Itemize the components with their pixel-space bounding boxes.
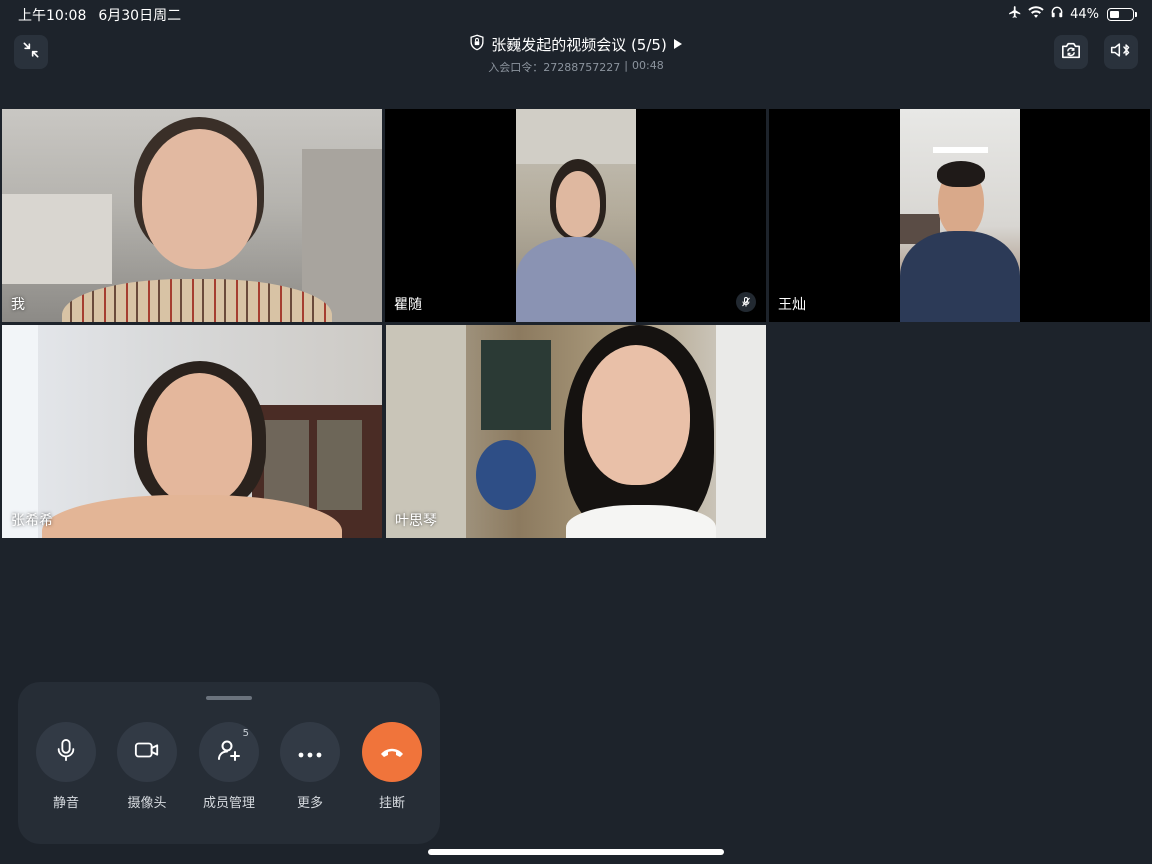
participant-name: 张希希 xyxy=(11,513,53,529)
video-feed xyxy=(516,109,636,322)
video-tile[interactable]: 王灿 xyxy=(769,109,1150,322)
status-date: 6月30日周二 xyxy=(98,8,182,24)
switch-camera-button[interactable] xyxy=(1054,35,1088,69)
mute-label: 静音 xyxy=(52,796,79,811)
participant-name: 王灿 xyxy=(778,297,806,313)
members-label: 成员管理 xyxy=(202,796,255,811)
mute-button-circle xyxy=(36,722,96,782)
shield-lock-icon xyxy=(469,34,485,55)
video-feed xyxy=(386,325,766,538)
video-feed xyxy=(900,109,1020,322)
video-tile[interactable]: 张希希 xyxy=(2,325,382,538)
hangup-button[interactable]: 挂断 xyxy=(361,722,423,811)
add-member-icon xyxy=(217,738,241,766)
status-bar: 上午10:08 6月30日周二 44% xyxy=(0,0,1152,26)
meeting-duration: 00:48 xyxy=(632,59,664,72)
status-time: 上午10:08 xyxy=(18,8,87,24)
video-tile[interactable]: 我 xyxy=(2,109,382,322)
participant-name: 叶思琴 xyxy=(395,513,437,529)
meeting-code: 27288757227 xyxy=(543,61,621,74)
video-camera-icon xyxy=(134,741,160,763)
battery-fill xyxy=(1110,10,1119,18)
video-tile[interactable]: 瞿随 xyxy=(385,109,766,322)
video-tile[interactable]: 叶思琴 xyxy=(386,325,766,538)
home-indicator[interactable] xyxy=(428,849,724,855)
meeting-code-label: 入会口令： xyxy=(488,61,544,74)
members-button[interactable]: 5 成员管理 xyxy=(198,722,260,811)
more-dots-icon xyxy=(298,743,322,762)
camera-label: 摄像头 xyxy=(127,796,167,811)
hangup-button-circle xyxy=(362,722,422,782)
hangup-label: 挂断 xyxy=(378,796,405,811)
meeting-header: 张巍发起的视频会议 (5/5) 入会口令：27288757227 | 00:48 xyxy=(0,34,1152,75)
more-label: 更多 xyxy=(296,796,323,811)
members-button-circle: 5 xyxy=(199,722,259,782)
headphones-icon xyxy=(1050,5,1064,23)
airplane-icon xyxy=(1008,5,1022,23)
battery-percent: 44% xyxy=(1070,6,1099,22)
play-triangle-icon xyxy=(673,36,683,54)
audio-output-button[interactable] xyxy=(1104,35,1138,69)
mic-off-icon xyxy=(740,293,752,312)
mute-button[interactable]: 静音 xyxy=(35,722,97,811)
more-button[interactable]: 更多 xyxy=(279,722,341,811)
video-feed xyxy=(2,109,382,322)
camera-button[interactable]: 摄像头 xyxy=(116,722,178,811)
camera-flip-icon xyxy=(1060,40,1082,64)
more-button-circle xyxy=(280,722,340,782)
participant-name: 我 xyxy=(11,297,25,313)
video-feed xyxy=(2,325,382,538)
meeting-title-button[interactable]: 张巍发起的视频会议 (5/5) xyxy=(469,34,683,55)
meeting-subtitle: 入会口令：27288757227 | 00:48 xyxy=(0,59,1152,75)
microphone-icon xyxy=(55,738,77,766)
muted-indicator xyxy=(736,292,756,312)
speaker-bluetooth-icon xyxy=(1110,41,1132,63)
member-count-badge: 5 xyxy=(242,728,249,739)
participant-name: 瞿随 xyxy=(394,297,422,313)
panel-drag-handle[interactable] xyxy=(206,696,252,700)
wifi-icon xyxy=(1028,5,1044,23)
control-panel: 静音 摄像头 5 成员管理 更多 挂断 xyxy=(18,682,440,844)
camera-button-circle xyxy=(117,722,177,782)
meeting-title: 张巍发起的视频会议 (5/5) xyxy=(491,36,667,54)
hangup-phone-icon xyxy=(379,743,405,762)
subtitle-separator: | xyxy=(624,59,628,72)
battery-icon xyxy=(1107,7,1137,21)
